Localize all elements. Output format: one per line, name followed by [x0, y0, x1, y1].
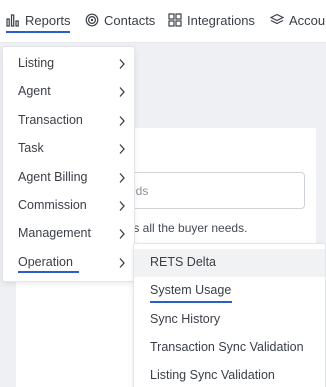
active-nav-underline	[6, 31, 70, 33]
menu-item-label: Agent Billing	[18, 170, 88, 184]
section-description: ts all the buyer needs.	[130, 221, 248, 235]
menu-item-label: Task	[18, 141, 44, 155]
chevron-right-icon	[118, 200, 126, 212]
submenu-item-label: Sync History	[150, 312, 221, 326]
active-submenu-underline	[150, 301, 232, 303]
submenu-item-listing-sync-validation[interactable]: Listing Sync Validation	[134, 362, 325, 387]
menu-item-label: Management	[18, 226, 91, 240]
submenu-item-transaction-sync-validation[interactable]: Transaction Sync Validation	[134, 334, 325, 362]
chevron-right-icon	[118, 58, 126, 70]
nav-contacts[interactable]: Contacts	[85, 10, 155, 30]
nav-contacts-label: Contacts	[104, 12, 156, 28]
menu-item-operation[interactable]: Operation	[3, 250, 134, 276]
top-navigation: Reports Contacts Integrations Accou	[0, 0, 326, 43]
bar-chart-icon	[6, 13, 20, 27]
nav-reports[interactable]: Reports	[6, 10, 71, 30]
submenu-item-label: System Usage	[150, 283, 232, 297]
chevron-right-icon	[118, 257, 126, 269]
active-menu-underline	[18, 271, 79, 273]
operation-submenu: RETS Delta System Usage Sync History Tra…	[133, 243, 326, 387]
submenu-item-rets-delta[interactable]: RETS Delta	[134, 249, 325, 277]
nav-account-label: Accou	[289, 12, 326, 28]
submenu-item-label: Listing Sync Validation	[150, 368, 275, 382]
menu-item-transaction[interactable]: Transaction	[3, 108, 134, 134]
chevron-right-icon	[118, 86, 126, 98]
menu-item-task[interactable]: Task	[3, 136, 134, 162]
menu-item-listing[interactable]: Listing	[3, 51, 134, 77]
nav-reports-label: Reports	[25, 12, 71, 28]
target-icon	[85, 13, 99, 27]
chevron-right-icon	[118, 228, 126, 240]
chevron-right-icon	[118, 143, 126, 155]
submenu-item-label: Transaction Sync Validation	[150, 340, 304, 354]
menu-item-label: Agent	[18, 84, 51, 98]
grid-icon	[168, 13, 182, 27]
menu-item-commission[interactable]: Commission	[3, 193, 134, 219]
chevron-right-icon	[118, 172, 126, 184]
submenu-item-sync-history[interactable]: Sync History	[134, 306, 325, 334]
chevron-right-icon	[118, 115, 126, 127]
submenu-item-label: RETS Delta	[150, 255, 216, 269]
submenu-item-system-usage[interactable]: System Usage	[134, 277, 325, 305]
menu-item-agent-billing[interactable]: Agent Billing	[3, 165, 134, 191]
menu-item-agent[interactable]: Agent	[3, 79, 134, 105]
layers-icon	[270, 13, 284, 27]
reports-dropdown-menu: Listing Agent Transaction Task Agent Bil…	[2, 46, 135, 282]
nav-integrations[interactable]: Integrations	[168, 10, 255, 30]
menu-item-label: Transaction	[18, 113, 83, 127]
nav-integrations-label: Integrations	[187, 12, 255, 28]
nav-account[interactable]: Accou	[270, 10, 325, 30]
menu-item-label: Commission	[18, 198, 87, 212]
needs-input[interactable]: eds	[118, 172, 305, 209]
menu-item-label: Operation	[18, 255, 73, 269]
menu-item-management[interactable]: Management	[3, 221, 134, 247]
menu-item-label: Listing	[18, 56, 55, 70]
